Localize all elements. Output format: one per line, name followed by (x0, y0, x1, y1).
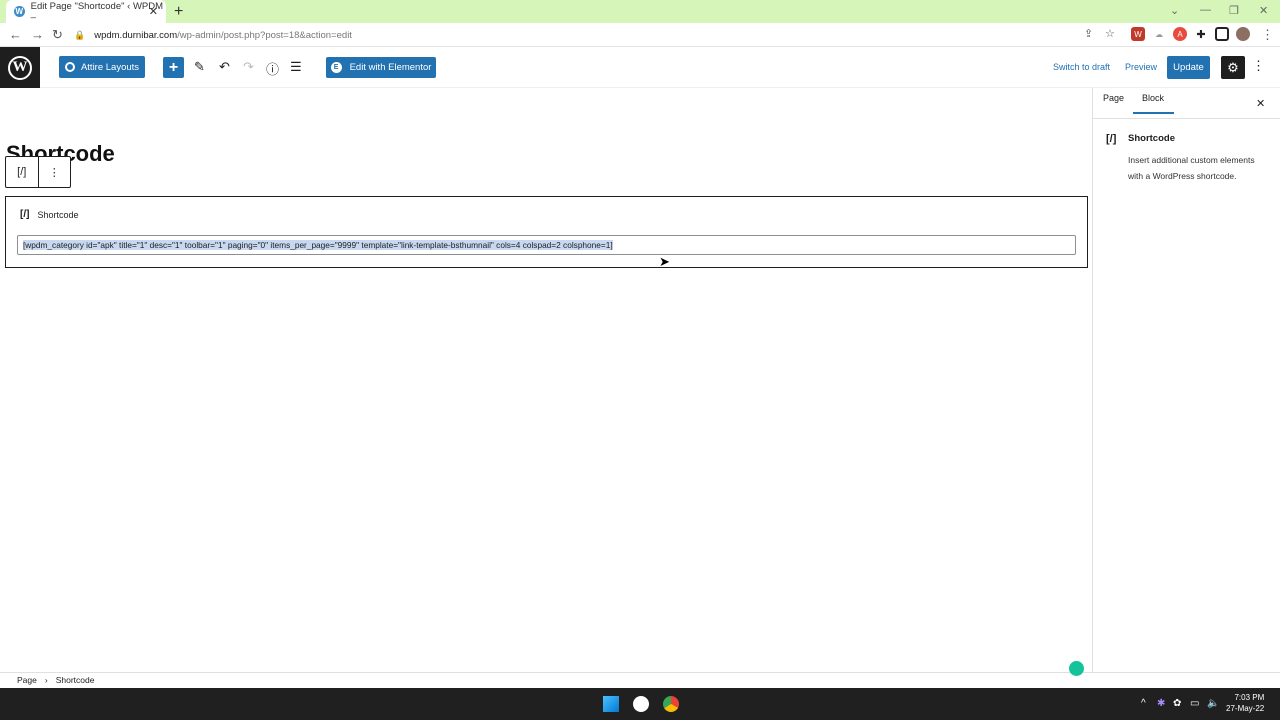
volume-icon[interactable]: 🔈 (1207, 698, 1219, 709)
tab-page[interactable]: Page (1103, 93, 1124, 103)
wordpress-logo-icon: W (8, 55, 32, 80)
windows-start-icon[interactable] (603, 696, 619, 712)
block-card-title: Shortcode (1128, 133, 1175, 144)
adblock-icon[interactable]: A (1173, 27, 1187, 41)
redo-icon[interactable]: ↷ (243, 59, 254, 75)
bookmark-star-icon[interactable]: ☆ (1105, 27, 1115, 40)
shortcode-block[interactable] (5, 196, 1088, 268)
attire-icon (64, 62, 75, 72)
extension-icon[interactable]: ☁ (1152, 27, 1166, 41)
block-card-description: Insert additional custom elements with a… (1128, 155, 1255, 181)
editor-footer (0, 672, 1280, 688)
elementor-label: Edit with Elementor (349, 62, 432, 73)
preview-button[interactable]: Preview (1125, 62, 1157, 72)
chevron-right-icon: › (44, 675, 48, 685)
wordpress-favicon-icon: W (14, 6, 25, 17)
back-icon[interactable]: ← (9, 27, 22, 42)
tray-chevron-icon[interactable]: ^ (1141, 698, 1146, 709)
options-menu-icon[interactable]: ⋮ (1252, 58, 1265, 74)
block-toolbar: [/] ⋮ (5, 156, 71, 188)
extensions-puzzle-icon[interactable]: ✚ (1194, 27, 1208, 41)
url-path: /wp-admin/post.php?post=18&action=edit (177, 29, 352, 41)
add-block-button[interactable]: + (163, 57, 184, 78)
update-button[interactable]: Update (1167, 56, 1210, 79)
switch-to-draft-button[interactable]: Switch to draft (1053, 62, 1110, 72)
slack-icon[interactable] (633, 696, 649, 712)
network-icon[interactable]: ▭ (1190, 698, 1199, 709)
settings-gear-icon[interactable]: ⚙ (1221, 56, 1245, 79)
tab-block[interactable]: Block (1142, 93, 1164, 103)
browser-tab[interactable]: W Edit Page "Shortcode" ‹ WPDM – ✕ (6, 0, 166, 23)
tab-title: Edit Page "Shortcode" ‹ WPDM – (30, 0, 164, 23)
reload-icon[interactable]: ↻ (52, 27, 63, 43)
chrome-icon[interactable] (663, 696, 679, 712)
restore-icon[interactable]: ❐ (1229, 4, 1239, 17)
shortcode-icon: [/] (1106, 133, 1117, 145)
share-icon[interactable]: ⇪ (1084, 27, 1093, 40)
block-options-icon[interactable]: ⋮ (39, 157, 71, 187)
url-field[interactable]: 🔒 wpdm.durnibar.com/wp-admin/post.php?po… (74, 26, 1124, 44)
attire-layouts-button[interactable]: Attire Layouts (59, 56, 145, 78)
forward-icon[interactable]: → (31, 27, 44, 42)
shortcode-block-icon[interactable]: [/] (6, 157, 39, 187)
clock-time: 7:03 PM (1234, 693, 1265, 702)
breadcrumb: Page › Shortcode (17, 675, 94, 685)
profile-avatar[interactable] (1236, 27, 1250, 41)
grammarly-icon[interactable] (1069, 661, 1084, 676)
undo-icon[interactable]: ↶ (219, 59, 230, 75)
elementor-icon: E (330, 62, 342, 73)
url-domain: wpdm.durnibar.com (94, 29, 178, 41)
browser-tab-bar (0, 0, 1280, 23)
taskbar-clock[interactable]: 7:03 PM 27-May-22 (1226, 692, 1264, 714)
mouse-cursor-icon: ➤ (659, 254, 670, 269)
breadcrumb-page[interactable]: Page (17, 675, 37, 685)
shortcode-label-text: Shortcode (37, 209, 79, 220)
tray-app-icon[interactable]: ✱ (1157, 698, 1165, 709)
close-sidebar-icon[interactable]: ✕ (1256, 97, 1265, 110)
attire-label: Attire Layouts (80, 61, 140, 73)
close-window-icon[interactable]: ✕ (1259, 4, 1268, 17)
extension-icon[interactable]: W (1131, 27, 1145, 41)
edit-with-elementor-button[interactable]: E Edit with Elementor (326, 57, 436, 78)
list-view-icon[interactable]: ☰ (290, 59, 302, 75)
tray-app-icon[interactable]: ✿ (1173, 698, 1181, 709)
details-info-icon[interactable]: ⓘ (266, 59, 279, 78)
browser-menu-icon[interactable]: ⋮ (1261, 27, 1274, 43)
edit-pencil-icon[interactable]: ✎ (194, 59, 205, 75)
breadcrumb-shortcode[interactable]: Shortcode (56, 675, 95, 685)
wordpress-logo-button[interactable]: W (0, 47, 40, 88)
new-tab-button[interactable]: + (174, 3, 183, 21)
divider (1093, 118, 1280, 119)
shortcode-block-label: [/] Shortcode (20, 209, 78, 220)
clock-date: 27-May-22 (1226, 704, 1265, 713)
minimize-icon[interactable]: — (1200, 4, 1211, 16)
lock-icon: 🔒 (74, 29, 86, 40)
active-tab-indicator (1133, 112, 1174, 114)
tab-search-icon[interactable]: ⌄ (1170, 4, 1179, 17)
shortcode-icon: [/] (20, 209, 30, 220)
side-panel-icon[interactable] (1215, 27, 1229, 41)
shortcode-value: [wpdm_category id="apk" title="1" desc="… (23, 240, 613, 250)
shortcode-input[interactable]: [wpdm_category id="apk" title="1" desc="… (17, 235, 1076, 255)
tab-close-icon[interactable]: ✕ (149, 5, 158, 18)
